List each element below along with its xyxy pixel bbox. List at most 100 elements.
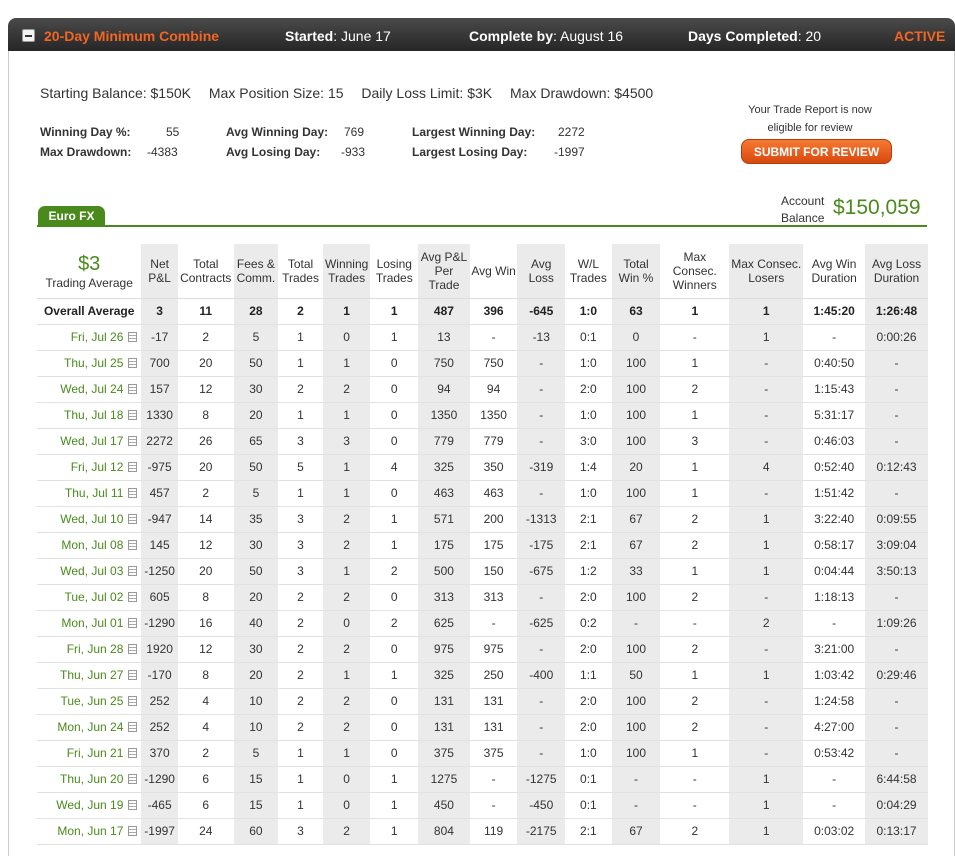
- tab-euro-fx[interactable]: Euro FX: [38, 206, 105, 227]
- table-cell: 1:24:58: [803, 688, 866, 715]
- table-row: Tue, Jul 02 605 8 20 2 2 0 313 313-2:0 100 2-1:18:…: [37, 584, 928, 611]
- column-header: Max Consec. Losers: [729, 244, 804, 299]
- report-icon[interactable]: [128, 592, 138, 602]
- table-cell: 5: [233, 480, 279, 507]
- report-icon[interactable]: [128, 384, 138, 394]
- table-cell: 1: [370, 324, 419, 351]
- date-text: Fri, Jun 28: [66, 642, 124, 656]
- report-icon[interactable]: [128, 774, 138, 784]
- report-icon[interactable]: [128, 800, 138, 810]
- table-cell: 1: [370, 792, 419, 819]
- table-cell: 571: [418, 506, 470, 533]
- table-cell: 1: [278, 480, 323, 507]
- table-cell: 0: [322, 792, 371, 819]
- table-cell: -400: [517, 662, 566, 689]
- date-text: Mon, Jul 01: [61, 616, 124, 630]
- table-cell: 1:4: [565, 454, 612, 481]
- table-cell: -: [865, 584, 928, 611]
- table-cell: -: [660, 792, 730, 819]
- table-cell: 4: [177, 688, 234, 715]
- table-cell: 100: [611, 376, 661, 403]
- max-drawdown-limit: Max Drawdown: $4500: [510, 85, 654, 101]
- table-cell: 0: [370, 480, 419, 507]
- table-cell: 1: [660, 740, 730, 767]
- table-cell: 0:03:02: [803, 818, 866, 845]
- table-cell: 4: [177, 714, 234, 741]
- table-cell: -: [729, 688, 804, 715]
- table-cell: 1: [322, 480, 371, 507]
- table-cell: 20: [177, 558, 234, 585]
- report-icon[interactable]: [128, 696, 138, 706]
- table-cell: 1: [278, 792, 323, 819]
- table-cell: 1920: [141, 636, 178, 663]
- report-icon[interactable]: [128, 462, 138, 472]
- table-cell: 2: [322, 376, 371, 403]
- report-icon[interactable]: [128, 332, 138, 342]
- submit-for-review-button[interactable]: SUBMIT FOR REVIEW: [741, 139, 892, 164]
- table-cell: -: [660, 766, 730, 793]
- date-cell: Wed, Jul 10: [37, 506, 142, 533]
- table-cell: 0: [370, 636, 419, 663]
- table-cell: 0: [322, 610, 371, 637]
- table-cell: 0:53:42: [803, 740, 866, 767]
- date-cell: Wed, Jul 17: [37, 428, 142, 455]
- table-cell: 0:40:50: [803, 350, 866, 377]
- table-cell: 67: [611, 506, 661, 533]
- table-cell: -: [517, 402, 566, 429]
- table-cell: 0: [370, 376, 419, 403]
- column-header: Avg Loss: [517, 244, 566, 299]
- table-cell: 1: [729, 298, 804, 325]
- table-cell: 0: [322, 766, 371, 793]
- table-cell: 67: [611, 818, 661, 845]
- report-icon[interactable]: [128, 410, 138, 420]
- collapse-icon[interactable]: [22, 29, 35, 42]
- table-cell: 26: [177, 428, 234, 455]
- winning-day-value: 55: [166, 125, 180, 139]
- table-cell: 63: [611, 298, 661, 325]
- table-cell: 975: [418, 636, 470, 663]
- report-icon[interactable]: [128, 722, 138, 732]
- table-cell: 2: [660, 584, 730, 611]
- table-cell: -1290: [141, 610, 178, 637]
- table-cell: 100: [611, 428, 661, 455]
- date-cell: Tue, Jun 25: [37, 688, 142, 715]
- combine-header-bar: 20-Day Minimum Combine Started: June 17 …: [8, 18, 955, 51]
- report-icon[interactable]: [128, 488, 138, 498]
- report-icon[interactable]: [128, 566, 138, 576]
- table-cell: 175: [469, 532, 518, 559]
- table-cell: 30: [233, 636, 279, 663]
- column-header: Total Win %: [611, 244, 661, 299]
- table-cell: -: [517, 584, 566, 611]
- table-cell: 100: [611, 350, 661, 377]
- report-icon[interactable]: [128, 436, 138, 446]
- table-cell: 0:09:55: [865, 506, 928, 533]
- column-header: Avg Win: [469, 244, 518, 299]
- table-cell: 5: [278, 454, 323, 481]
- date-text: Mon, Jun 17: [57, 824, 124, 838]
- report-icon[interactable]: [128, 358, 138, 368]
- table-cell: 2: [278, 714, 323, 741]
- date-cell: Mon, Jun 24: [37, 714, 142, 741]
- report-icon[interactable]: [128, 670, 138, 680]
- table-cell: 250: [469, 662, 518, 689]
- table-cell: 375: [469, 740, 518, 767]
- column-header: Net P&L: [141, 244, 178, 299]
- report-icon[interactable]: [128, 514, 138, 524]
- table-cell: 1:0: [565, 350, 612, 377]
- date-text: Mon, Jul 08: [61, 538, 124, 552]
- table-cell: 24: [177, 818, 234, 845]
- table-cell: 3:22:40: [803, 506, 866, 533]
- report-icon[interactable]: [128, 748, 138, 758]
- table-cell: 1: [278, 324, 323, 351]
- table-cell: -: [729, 376, 804, 403]
- table-cell: -975: [141, 454, 178, 481]
- date-text: Wed, Jul 03: [60, 564, 124, 578]
- review-note-line1: Your Trade Report is now: [748, 104, 872, 116]
- table-cell: -: [729, 584, 804, 611]
- report-icon[interactable]: [128, 644, 138, 654]
- report-icon[interactable]: [128, 826, 138, 836]
- report-icon[interactable]: [128, 618, 138, 628]
- avg-losing-day-label: Avg Losing Day:: [226, 145, 321, 159]
- table-cell: -: [729, 402, 804, 429]
- report-icon[interactable]: [128, 540, 138, 550]
